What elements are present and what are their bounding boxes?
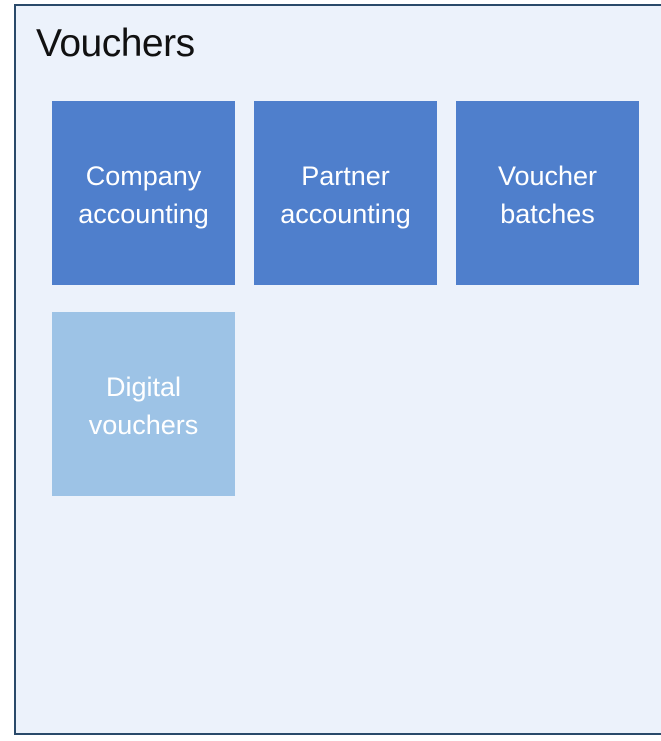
vouchers-panel: Vouchers Company accounting Partner acco… [14, 4, 661, 735]
tile-label: Digital vouchers [88, 372, 199, 440]
digital-vouchers-tile[interactable]: Digital vouchers [52, 312, 235, 496]
voucher-batches-tile[interactable]: Voucher batches [456, 101, 639, 285]
company-accounting-tile[interactable]: Company accounting [52, 101, 235, 285]
tile-label: Company accounting [78, 161, 209, 229]
page-title: Vouchers [36, 22, 195, 65]
partner-accounting-tile[interactable]: Partner accounting [254, 101, 437, 285]
tile-label: Partner accounting [280, 161, 411, 229]
tile-label: Voucher batches [497, 161, 598, 229]
